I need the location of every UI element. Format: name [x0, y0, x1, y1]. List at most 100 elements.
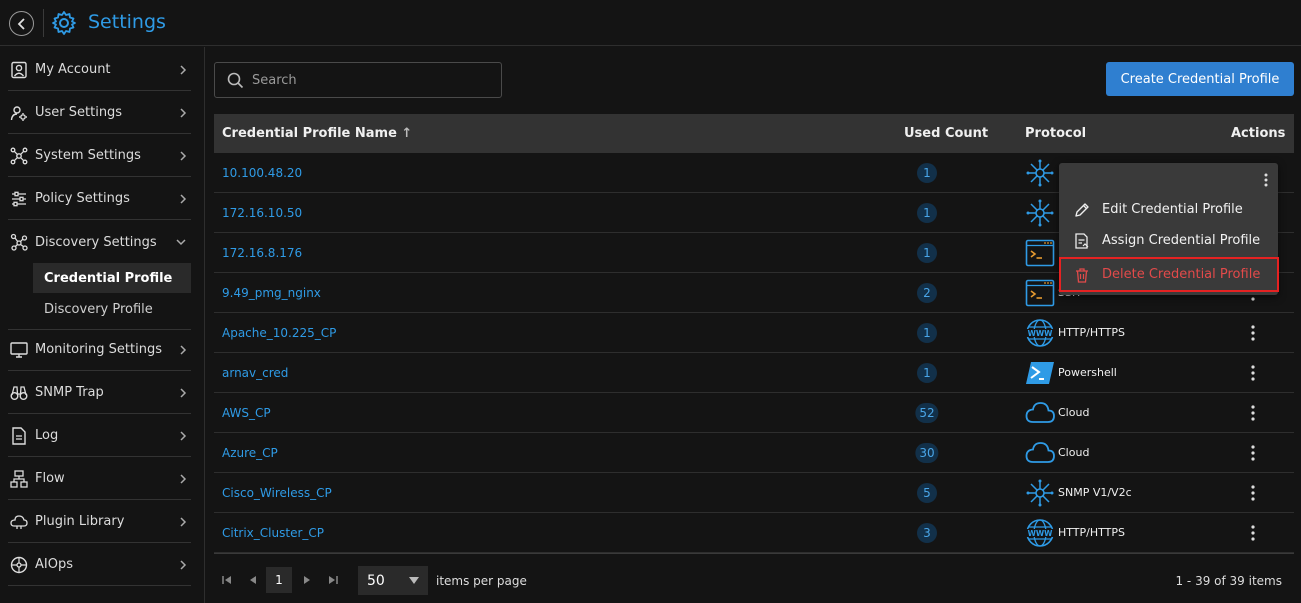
ssh-icon: [1025, 238, 1055, 268]
next-page-icon[interactable]: [300, 573, 314, 587]
sidebar-item-monitoring-settings[interactable]: Monitoring Settings: [8, 329, 191, 371]
used-count-badge[interactable]: 1: [917, 203, 937, 223]
sidebar-item-aiops[interactable]: AIOps: [8, 544, 191, 586]
svg-text:WWW: WWW: [1028, 329, 1054, 338]
sidebar-item-label: My Account: [35, 62, 111, 77]
sidebar-item-discovery-settings[interactable]: Discovery Settings: [8, 221, 191, 263]
credential-profile-link[interactable]: 10.100.48.20: [222, 166, 302, 180]
credential-profile-link[interactable]: Apache_10.225_CP: [222, 326, 336, 340]
last-page-icon[interactable]: [326, 573, 340, 587]
previous-page-icon[interactable]: [246, 573, 260, 587]
sidebar-item-label: Flow: [35, 471, 65, 486]
sidebar-subitem-discovery-profile[interactable]: Discovery Profile: [33, 294, 191, 324]
credential-profile-link[interactable]: 9.49_pmg_nginx: [222, 286, 321, 300]
delete-credential-profile-item[interactable]: Delete Credential Profile: [1059, 257, 1279, 292]
sidebar-item-my-account[interactable]: My Account: [8, 49, 191, 91]
main-content: Create Credential Profile Credential Pro…: [206, 47, 1301, 603]
trash-icon: [1073, 266, 1091, 284]
table-row: AWS_CP 52 Cloud: [214, 393, 1294, 433]
column-header-name[interactable]: Credential Profile Name ↑: [222, 126, 412, 141]
used-count-badge[interactable]: 1: [917, 363, 937, 383]
header-divider: [43, 9, 44, 37]
sidebar-item-plugin-library[interactable]: Plugin Library: [8, 501, 191, 543]
svg-text:WWW: WWW: [1028, 529, 1054, 538]
www-icon: WWW: [1025, 318, 1055, 348]
search-input[interactable]: [252, 72, 492, 88]
used-count-badge[interactable]: 1: [917, 323, 937, 343]
items-per-page-label: items per page: [436, 574, 527, 588]
sidebar-item-policy-settings[interactable]: Policy Settings: [8, 178, 191, 220]
table-bottom-divider: [214, 553, 1294, 554]
column-header-used-count[interactable]: Used Count: [904, 126, 988, 141]
used-count-badge[interactable]: 1: [917, 243, 937, 263]
user-settings-icon: [10, 104, 28, 122]
chevron-right-icon: [180, 560, 187, 570]
column-header-actions: Actions: [1231, 126, 1286, 141]
credential-profile-link[interactable]: Citrix_Cluster_CP: [222, 526, 324, 540]
used-count-badge[interactable]: 3: [917, 523, 937, 543]
table-row: Apache_10.225_CP 1 WWW HTTP/HTTPS: [214, 313, 1294, 353]
credential-profile-link[interactable]: Cisco_Wireless_CP: [222, 486, 332, 500]
assign-credential-profile-item[interactable]: Assign Credential Profile: [1059, 225, 1278, 256]
chevron-right-icon: [180, 388, 187, 398]
search-icon: [227, 72, 244, 88]
used-count-badge[interactable]: 1: [917, 163, 937, 183]
document-icon: [10, 426, 28, 445]
caret-down-icon: [409, 577, 419, 584]
credential-profile-link[interactable]: 172.16.8.176: [222, 246, 302, 260]
delete-credential-profile-label: Delete Credential Profile: [1102, 267, 1261, 282]
sidebar-item-snmp-trap[interactable]: SNMP Trap: [8, 372, 191, 414]
pagination: 1 50 items per page 1 - 39 of 39 items: [214, 565, 1294, 597]
kebab-menu-icon[interactable]: [1247, 444, 1259, 462]
sort-asc-icon: ↑: [401, 126, 413, 141]
edit-credential-profile-item[interactable]: Edit Credential Profile: [1059, 194, 1278, 225]
chevron-right-icon: [180, 194, 187, 204]
chevron-right-icon: [180, 431, 187, 441]
kebab-menu-icon[interactable]: [1247, 484, 1259, 502]
kebab-menu-icon[interactable]: [1247, 524, 1259, 542]
protocol-label: HTTP/HTTPS: [1058, 526, 1125, 539]
powershell-icon: [1025, 358, 1055, 388]
snmp-icon: [1025, 158, 1055, 188]
sidebar-item-label: System Settings: [35, 148, 141, 163]
sidebar-item-system-settings[interactable]: System Settings: [8, 135, 191, 177]
credential-profile-link[interactable]: AWS_CP: [222, 406, 271, 420]
sidebar-subitem-credential-profile[interactable]: Credential Profile: [33, 263, 191, 293]
used-count-badge[interactable]: 30: [915, 443, 939, 463]
used-count-badge[interactable]: 52: [915, 403, 939, 423]
page-size-select[interactable]: 50: [358, 566, 428, 595]
chevron-right-icon: [180, 151, 187, 161]
search-box[interactable]: [214, 62, 502, 98]
cloud-icon: [1025, 438, 1055, 468]
credential-profile-link[interactable]: arnav_cred: [222, 366, 288, 380]
kebab-menu-icon[interactable]: [1262, 172, 1270, 188]
create-credential-profile-button[interactable]: Create Credential Profile: [1106, 62, 1294, 96]
back-button[interactable]: [9, 11, 34, 36]
sidebar-item-flow[interactable]: Flow: [8, 458, 191, 500]
kebab-menu-icon[interactable]: [1247, 324, 1259, 342]
chevron-right-icon: [180, 474, 187, 484]
used-count-badge[interactable]: 5: [917, 483, 937, 503]
snmp-icon: [1025, 478, 1055, 508]
page-size-value: 50: [367, 572, 385, 589]
used-count-badge[interactable]: 2: [917, 283, 937, 303]
chevron-right-icon: [180, 108, 187, 118]
kebab-menu-icon[interactable]: [1247, 404, 1259, 422]
first-page-icon[interactable]: [220, 573, 234, 587]
protocol-label: Cloud: [1058, 406, 1090, 419]
pencil-icon: [1073, 201, 1091, 219]
column-header-protocol[interactable]: Protocol: [1025, 126, 1086, 141]
sidebar-item-label: Monitoring Settings: [35, 342, 162, 357]
kebab-menu-icon[interactable]: [1247, 364, 1259, 382]
sidebar-item-label: AIOps: [35, 557, 73, 572]
credential-profile-link[interactable]: Azure_CP: [222, 446, 278, 460]
sidebar-item-label: Discovery Settings: [35, 234, 157, 250]
credential-profile-link[interactable]: 172.16.10.50: [222, 206, 302, 220]
binoculars-icon: [10, 384, 28, 402]
assign-credential-profile-label: Assign Credential Profile: [1102, 233, 1261, 248]
chevron-down-icon: [176, 239, 186, 246]
current-page-button[interactable]: 1: [266, 567, 292, 593]
sidebar-item-user-settings[interactable]: User Settings: [8, 92, 191, 134]
sidebar-item-log[interactable]: Log: [8, 415, 191, 457]
table-row: Cisco_Wireless_CP 5 SNMP V1/V2c: [214, 473, 1294, 513]
